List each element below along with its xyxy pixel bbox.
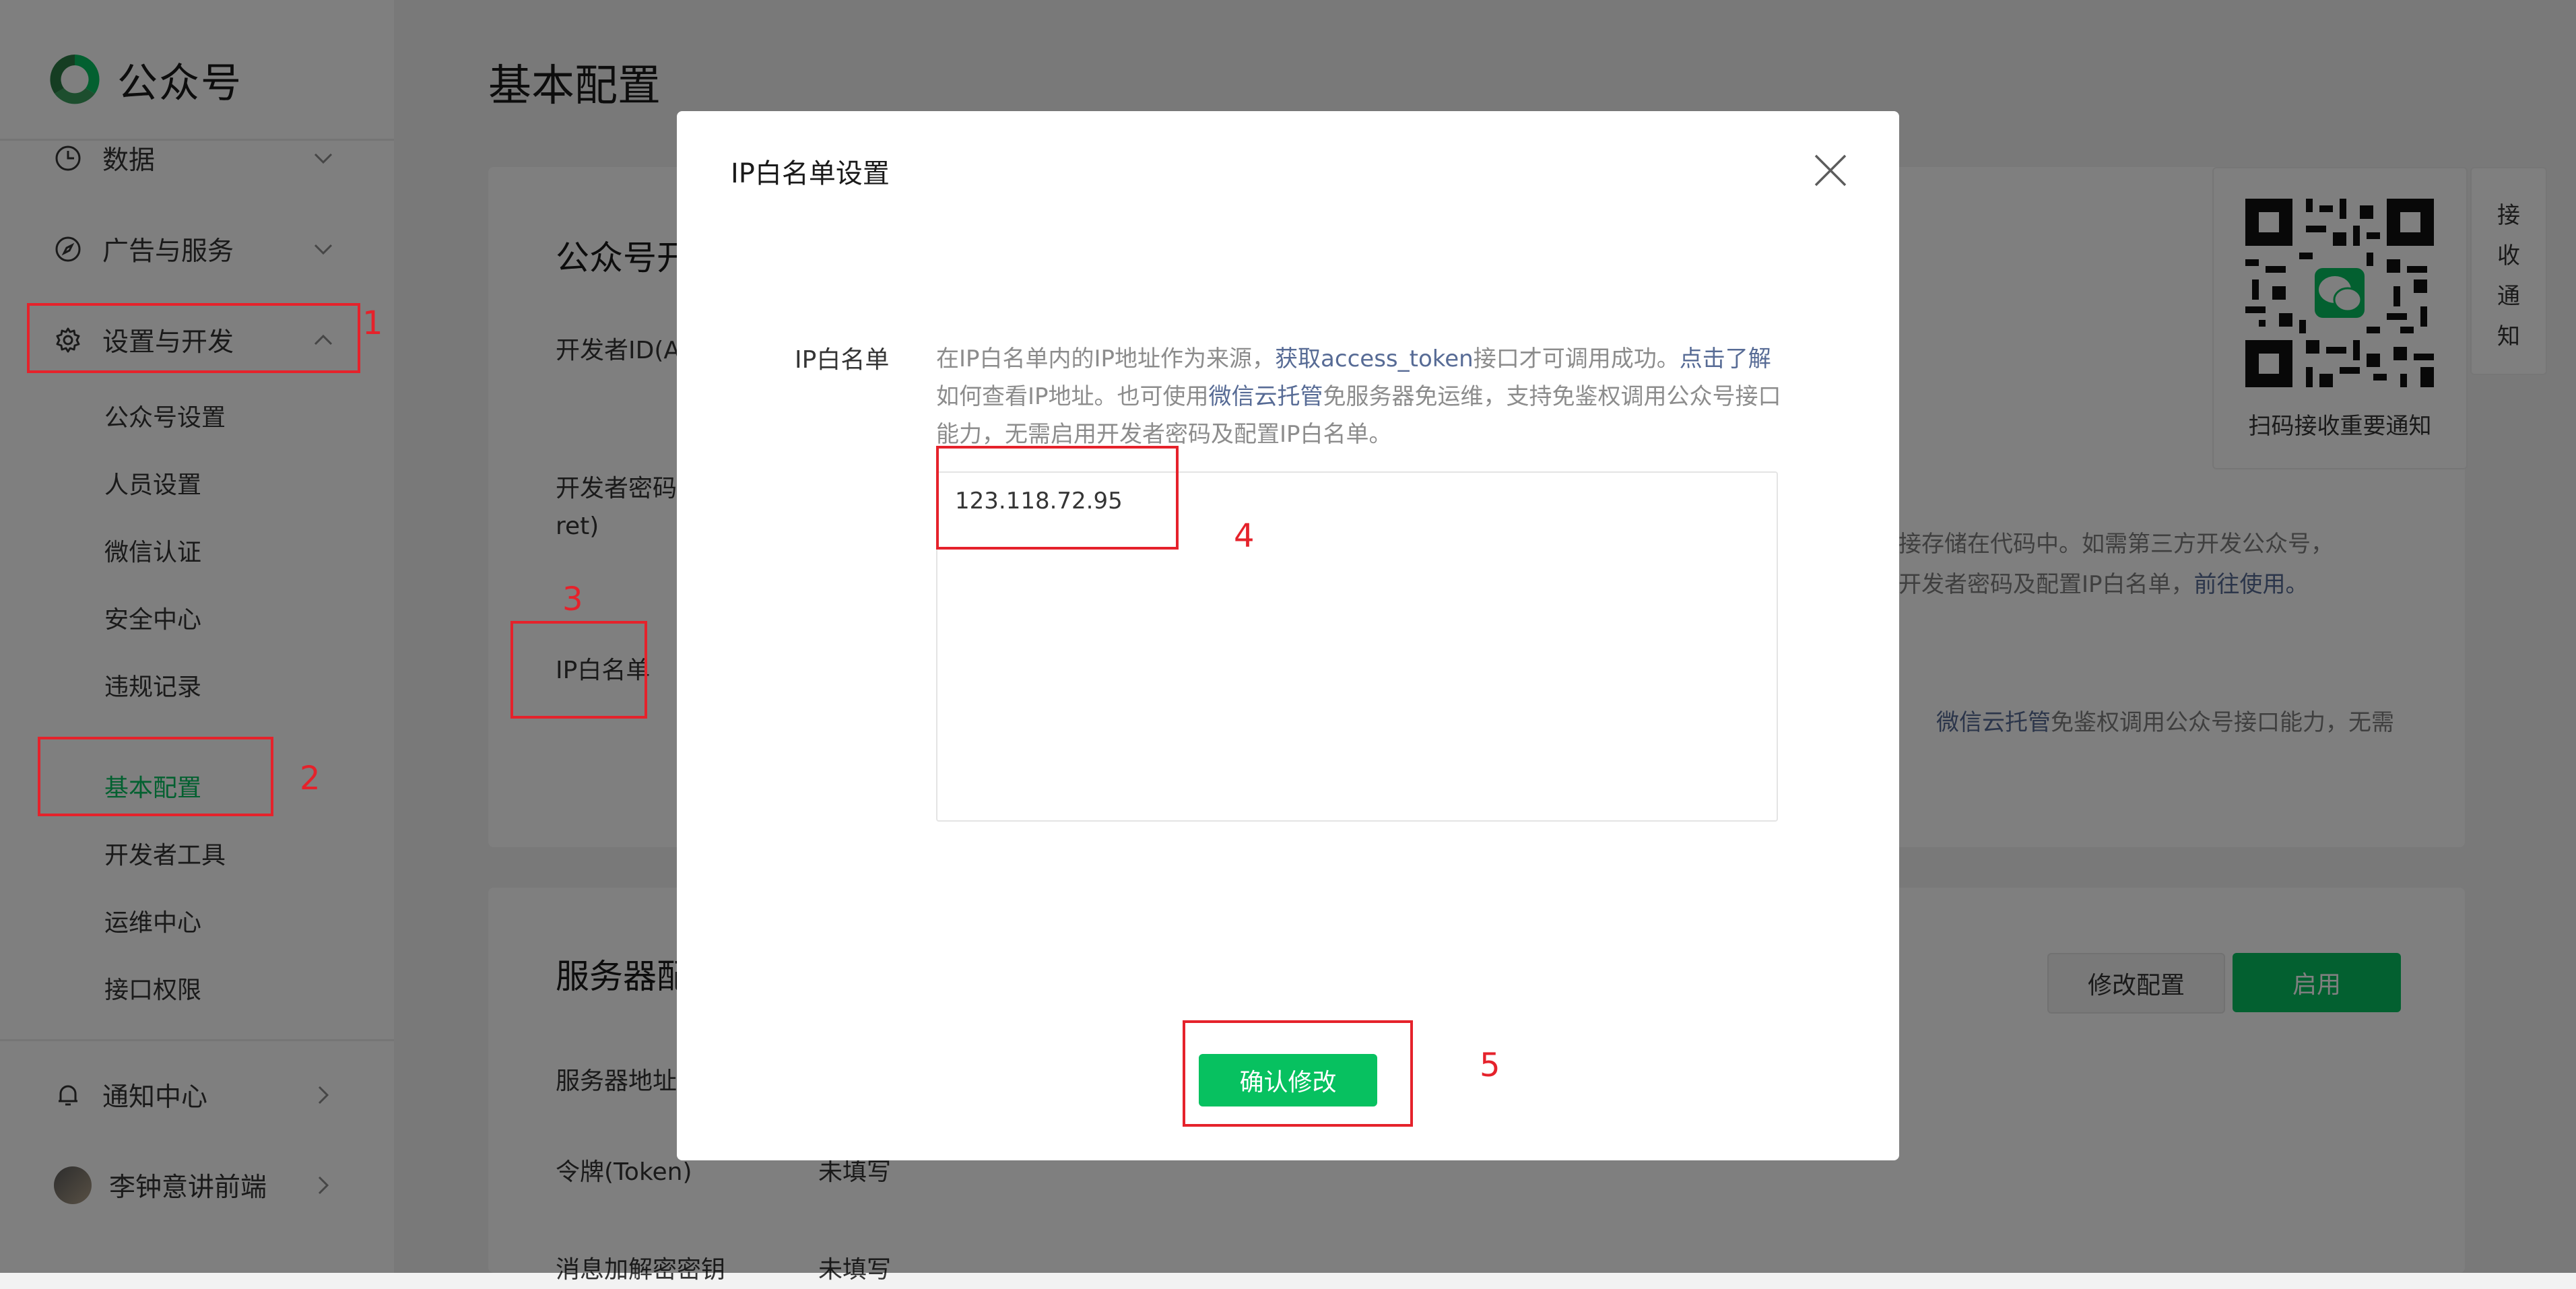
modal-description: 在IP白名单内的IP地址作为来源，获取access_token接口才可调用成功。… [936, 340, 1785, 453]
annotation-number-2: 2 [300, 760, 321, 797]
annotation-box-1 [27, 303, 360, 373]
annotation-number-4: 4 [1234, 517, 1255, 555]
access-token-link[interactable]: 获取access_token [1275, 345, 1474, 372]
desc-text-1: 在IP白名单内的IP地址作为来源， [936, 345, 1276, 372]
annotation-box-5 [1183, 1020, 1413, 1127]
annotation-box-4 [936, 446, 1179, 550]
modal-field-label: IP白名单 [795, 346, 890, 374]
desc-text-3: 如何查看IP地址。也可使用 [936, 383, 1209, 410]
annotation-number-1: 1 [362, 304, 383, 342]
cloud-hosting-link[interactable]: 微信云托管 [1209, 383, 1323, 410]
desc-text-2: 接口才可调用成功。 [1473, 345, 1680, 372]
modal-title: IP白名单设置 [731, 158, 890, 189]
annotation-number-3: 3 [562, 581, 583, 618]
click-to-learn-link[interactable]: 点击了解 [1680, 345, 1771, 372]
annotation-box-3 [510, 621, 647, 719]
annotation-number-5: 5 [1480, 1047, 1500, 1084]
close-icon[interactable] [1812, 152, 1849, 189]
annotation-box-2 [38, 737, 273, 816]
ip-whitelist-modal: IP白名单设置 IP白名单 在IP白名单内的IP地址作为来源，获取access_… [677, 111, 1899, 1160]
